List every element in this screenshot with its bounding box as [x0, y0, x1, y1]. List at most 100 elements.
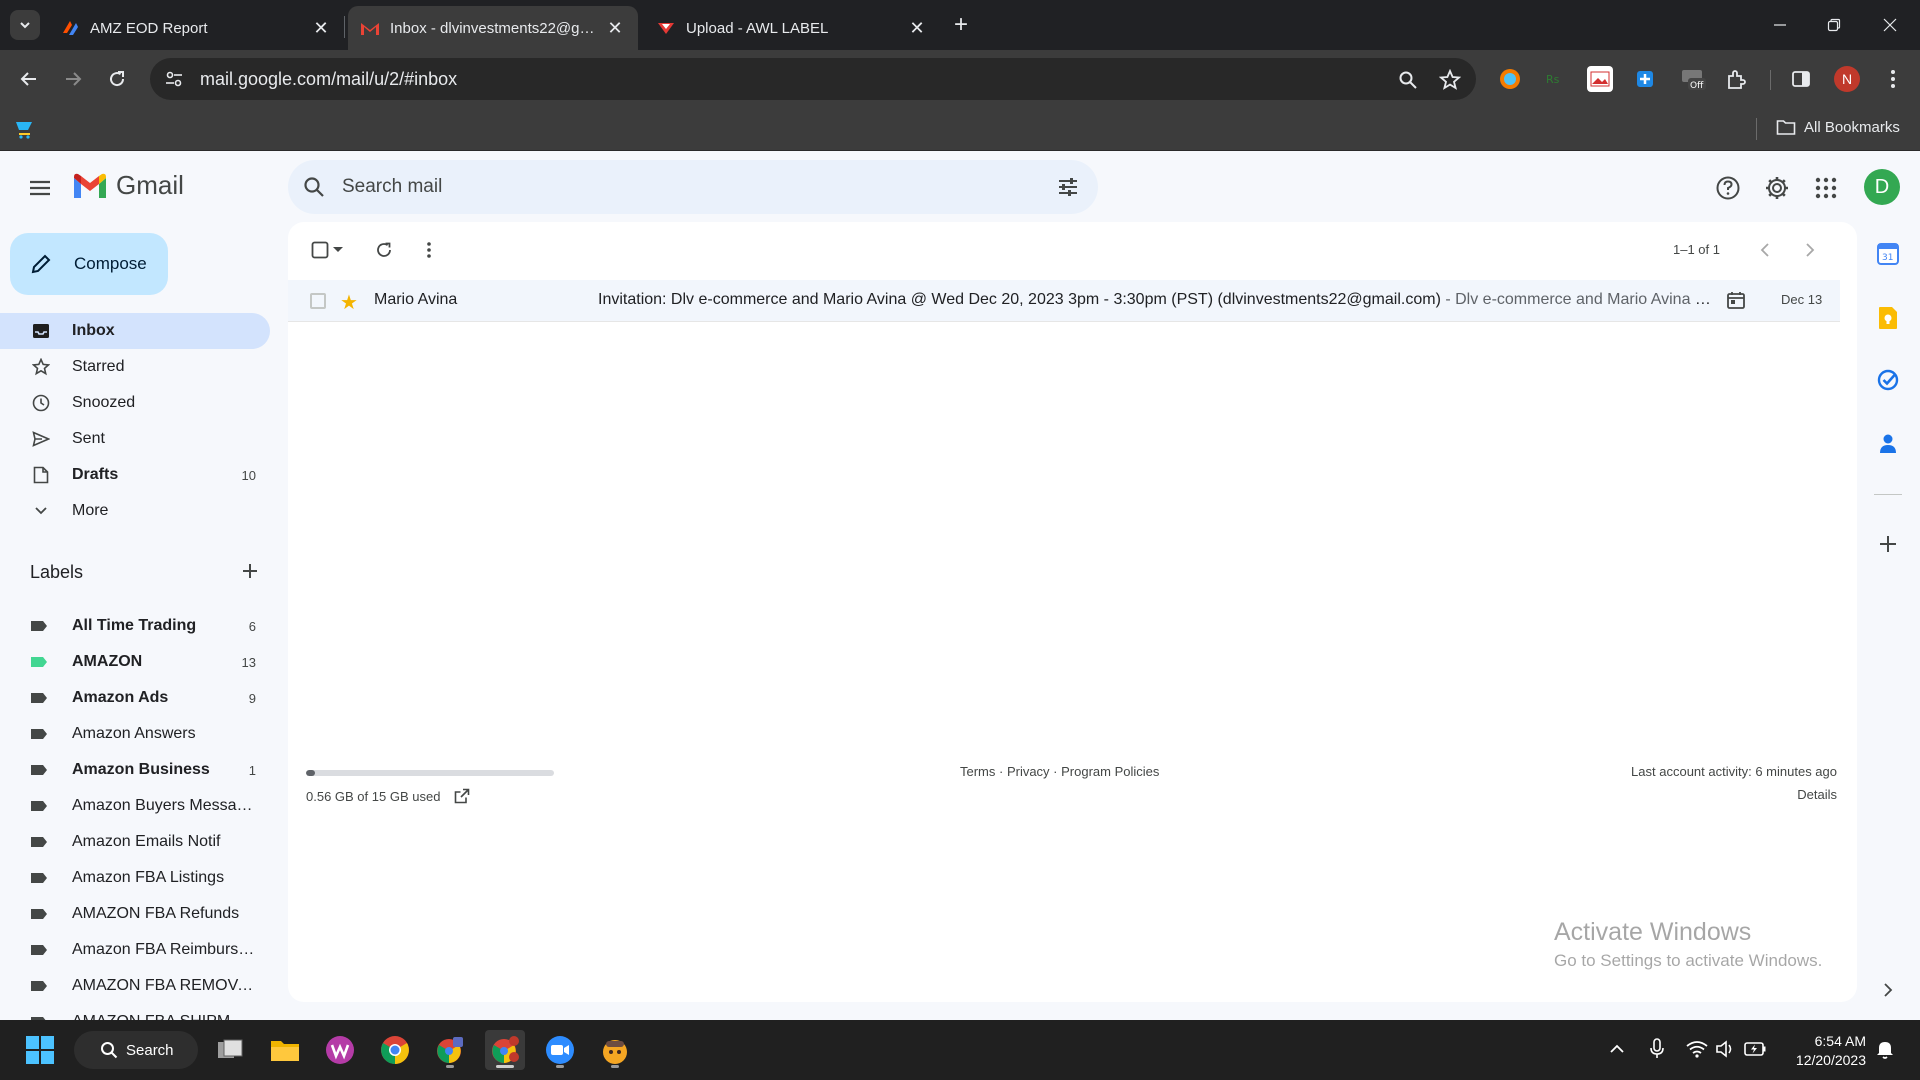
side-panel-button[interactable] — [1788, 66, 1814, 92]
site-info-icon[interactable] — [164, 69, 184, 89]
email-row-checkbox[interactable] — [310, 293, 326, 309]
chrome-profile-button[interactable] — [430, 1030, 470, 1070]
search-icon[interactable] — [302, 175, 326, 199]
search-mail-bar[interactable] — [288, 160, 1098, 214]
extension-image-icon[interactable] — [1587, 66, 1613, 92]
label-item[interactable]: Amazon Emails Notif — [0, 824, 270, 860]
notifications-button[interactable] — [1874, 1038, 1896, 1060]
label-item[interactable]: AMAZON FBA Refunds — [0, 896, 270, 932]
battery-button[interactable] — [1744, 1038, 1766, 1060]
google-contacts-icon[interactable] — [1874, 430, 1902, 458]
create-label-button[interactable] — [238, 559, 262, 583]
details-link[interactable]: Details — [1797, 787, 1837, 802]
tab-close-icon[interactable]: ✕ — [604, 17, 626, 39]
compose-button[interactable]: Compose — [10, 233, 168, 295]
start-button[interactable] — [20, 1030, 60, 1070]
tab-upload-awl-label[interactable]: Upload - AWL LABEL ✕ — [644, 6, 940, 50]
label-item[interactable]: Amazon Ads 9 — [0, 680, 270, 716]
restore-button[interactable] — [1806, 0, 1862, 50]
search-input[interactable] — [342, 176, 1022, 198]
chrome-button[interactable] — [375, 1030, 415, 1070]
open-in-new-icon[interactable] — [454, 788, 470, 804]
back-button[interactable] — [14, 64, 44, 94]
volume-button[interactable] — [1714, 1038, 1736, 1060]
starred-star-icon[interactable]: ★ — [340, 290, 358, 315]
nav-item-inbox[interactable]: Inbox — [0, 313, 270, 349]
nav-item-sent[interactable]: Sent — [0, 421, 270, 457]
label-item[interactable]: Amazon Business 1 — [0, 752, 270, 788]
chrome-active-button[interactable] — [485, 1030, 525, 1070]
taskbar-clock[interactable]: 6:54 AM 12/20/2023 — [1786, 1032, 1866, 1070]
tab-close-icon[interactable]: ✕ — [906, 17, 928, 39]
get-addons-button[interactable] — [1874, 530, 1902, 558]
extension-off-icon[interactable]: Off — [1678, 66, 1708, 92]
google-calendar-icon[interactable]: 31 — [1874, 240, 1902, 268]
label-item[interactable]: AMAZON 13 — [0, 644, 270, 680]
older-page-button[interactable] — [1798, 238, 1822, 262]
wifi-icon — [1686, 1041, 1708, 1058]
extension-blue-puzzle-icon[interactable] — [1632, 66, 1658, 92]
forward-button[interactable] — [58, 64, 88, 94]
label-item[interactable]: Amazon FBA Reimbursements — [0, 932, 270, 968]
label-name: All Time Trading — [72, 617, 197, 634]
helper-app-button[interactable] — [595, 1030, 635, 1070]
newer-page-button[interactable] — [1753, 238, 1777, 262]
show-hidden-icons-button[interactable] — [1606, 1038, 1628, 1060]
microphone-button[interactable] — [1646, 1038, 1668, 1060]
nav-item-drafts[interactable]: Drafts 10 — [0, 457, 270, 493]
tab-gmail-inbox[interactable]: Inbox - dlvinvestments22@gmail.com ✕ — [348, 6, 638, 50]
minimize-button[interactable] — [1752, 0, 1808, 50]
show-side-panel-button[interactable] — [1874, 976, 1902, 1004]
profile-avatar[interactable]: N — [1834, 66, 1860, 92]
calendar-event-icon[interactable] — [1726, 290, 1746, 310]
all-bookmarks-button[interactable]: All Bookmarks — [1776, 118, 1900, 136]
label-item[interactable]: All Time Trading 6 — [0, 608, 270, 644]
account-avatar[interactable]: D — [1864, 169, 1900, 205]
task-view-button[interactable] — [210, 1030, 250, 1070]
wifi-button[interactable] — [1686, 1038, 1708, 1060]
google-apps-button[interactable] — [1808, 170, 1844, 206]
zoom-button[interactable] — [1396, 68, 1420, 92]
nav-item-starred[interactable]: Starred — [0, 349, 270, 385]
close-icon — [1883, 18, 1897, 32]
bookmark-seller-tool-icon[interactable] — [14, 118, 36, 145]
taskbar-search[interactable]: Search — [74, 1031, 198, 1069]
search-options-icon[interactable] — [1056, 175, 1080, 199]
tab-amz-eod-report[interactable]: AMZ EOD Report ✕ — [48, 6, 344, 50]
google-keep-icon[interactable] — [1874, 304, 1902, 332]
label-item[interactable]: AMAZON FBA REMOVAL — [0, 968, 270, 1004]
settings-button[interactable] — [1759, 170, 1795, 206]
more-actions-button[interactable] — [417, 238, 441, 262]
extensions-puzzle-icon[interactable] — [1723, 66, 1749, 92]
tab-close-icon[interactable]: ✕ — [310, 17, 332, 39]
label-item[interactable]: Amazon FBA Listings — [0, 860, 270, 896]
gmail-logo[interactable]: Gmail — [72, 170, 184, 201]
new-tab-button[interactable]: + — [947, 11, 975, 39]
reload-button[interactable] — [102, 64, 132, 94]
file-explorer-button[interactable] — [265, 1030, 305, 1070]
storage-usage-bar — [306, 770, 554, 776]
google-tasks-icon[interactable] — [1874, 366, 1902, 394]
browser-menu-button[interactable] — [1880, 66, 1906, 92]
label-item[interactable]: Amazon Buyers Messages — [0, 788, 270, 824]
select-all-checkbox[interactable] — [308, 238, 332, 262]
bookmark-star-button[interactable] — [1438, 68, 1462, 92]
address-bar[interactable]: mail.google.com/mail/u/2/#inbox — [150, 58, 1476, 100]
refresh-button[interactable] — [372, 238, 396, 262]
footer-links[interactable]: Terms · Privacy · Program Policies — [960, 764, 1159, 779]
nav-item-snoozed[interactable]: Snoozed — [0, 385, 270, 421]
close-window-button[interactable] — [1862, 0, 1918, 50]
support-button[interactable] — [1710, 170, 1746, 206]
select-options-button[interactable] — [331, 238, 345, 262]
label-name: AMAZON FBA Refunds — [72, 905, 240, 922]
zoom-app-button[interactable] — [540, 1030, 580, 1070]
extension-orange-circle-icon[interactable] — [1497, 66, 1523, 92]
extension-rs-icon[interactable]: Rs — [1542, 66, 1568, 92]
email-row[interactable]: ★ Mario Avina Invitation: Dlv e-commerce… — [288, 280, 1840, 322]
label-item[interactable]: Amazon Answers — [0, 716, 270, 752]
wps-office-button[interactable] — [320, 1030, 360, 1070]
nav-item-more[interactable]: More — [0, 493, 270, 529]
main-menu-button[interactable] — [24, 172, 56, 204]
nav-item-label: Snoozed — [72, 394, 136, 411]
tab-search-button[interactable] — [10, 10, 40, 40]
